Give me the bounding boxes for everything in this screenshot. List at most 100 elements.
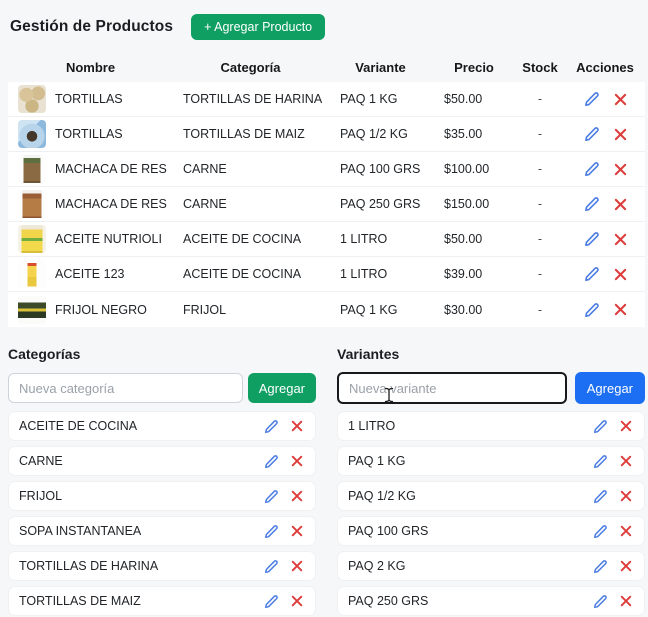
- product-thumbnail: [18, 155, 46, 183]
- edit-button[interactable]: [584, 196, 600, 212]
- edit-button[interactable]: [593, 594, 608, 609]
- edit-button[interactable]: [584, 231, 600, 247]
- delete-button[interactable]: [614, 268, 627, 281]
- product-thumbnail: [18, 260, 46, 288]
- pencil-icon: [593, 489, 608, 504]
- categories-panel: Categorías Agregar ACEITE DE COCINA CARN…: [8, 346, 316, 616]
- product-stock: -: [515, 197, 565, 211]
- edit-button[interactable]: [584, 161, 600, 177]
- list-item: FRIJOL: [8, 481, 316, 511]
- x-icon: [620, 420, 632, 432]
- edit-button[interactable]: [584, 302, 600, 318]
- delete-button[interactable]: [620, 560, 632, 572]
- edit-button[interactable]: [593, 419, 608, 434]
- x-icon: [291, 525, 303, 537]
- list-item-label: 1 LITRO: [348, 419, 395, 433]
- product-price: $50.00: [433, 232, 515, 246]
- product-name: FRIJOL NEGRO: [55, 303, 147, 317]
- new-variant-input[interactable]: [337, 372, 567, 404]
- new-category-input[interactable]: [8, 373, 243, 403]
- x-icon: [614, 303, 627, 316]
- delete-button[interactable]: [291, 525, 303, 537]
- edit-button[interactable]: [264, 524, 279, 539]
- delete-button[interactable]: [614, 163, 627, 176]
- product-row: FRIJOL NEGRO FRIJOL PAQ 1 KG $30.00 -: [8, 292, 645, 327]
- add-product-button[interactable]: + Agregar Producto: [191, 14, 325, 40]
- edit-button[interactable]: [593, 454, 608, 469]
- add-category-button[interactable]: Agregar: [248, 373, 316, 403]
- column-header-variante: Variante: [328, 60, 433, 75]
- list-item-actions: [264, 454, 303, 469]
- product-name: MACHACA DE RES: [55, 197, 167, 211]
- product-stock: -: [515, 232, 565, 246]
- product-row: ACEITE 123 ACEITE DE COCINA 1 LITRO $39.…: [8, 257, 645, 292]
- pencil-icon: [264, 454, 279, 469]
- product-row: MACHACA DE RES CARNE PAQ 250 GRS $150.00…: [8, 187, 645, 222]
- delete-button[interactable]: [291, 560, 303, 572]
- edit-button[interactable]: [264, 489, 279, 504]
- edit-button[interactable]: [593, 559, 608, 574]
- delete-button[interactable]: [614, 233, 627, 246]
- product-thumbnail: [18, 120, 46, 148]
- edit-button[interactable]: [264, 594, 279, 609]
- product-stock: -: [515, 162, 565, 176]
- product-name-cell: TORTILLAS: [8, 120, 173, 148]
- delete-button[interactable]: [291, 455, 303, 467]
- delete-button[interactable]: [291, 490, 303, 502]
- edit-button[interactable]: [264, 419, 279, 434]
- pencil-icon: [264, 594, 279, 609]
- list-item-actions: [264, 594, 303, 609]
- product-category: CARNE: [173, 162, 328, 176]
- list-item-actions: [264, 419, 303, 434]
- pencil-icon: [593, 594, 608, 609]
- edit-button[interactable]: [584, 266, 600, 282]
- edit-button[interactable]: [584, 126, 600, 142]
- product-name-cell: MACHACA DE RES: [8, 155, 173, 183]
- product-name: MACHACA DE RES: [55, 162, 167, 176]
- delete-button[interactable]: [614, 198, 627, 211]
- x-icon: [614, 233, 627, 246]
- x-icon: [620, 595, 632, 607]
- pencil-icon: [584, 161, 600, 177]
- product-stock: -: [515, 127, 565, 141]
- product-name-cell: ACEITE 123: [8, 260, 173, 288]
- product-name: ACEITE 123: [55, 267, 124, 281]
- delete-button[interactable]: [620, 595, 632, 607]
- product-name-cell: TORTILLAS: [8, 85, 173, 113]
- pencil-icon: [584, 302, 600, 318]
- list-item-actions: [264, 489, 303, 504]
- add-variant-button[interactable]: Agregar: [575, 372, 645, 404]
- product-actions-cell: [565, 91, 645, 107]
- column-header-acciones: Acciones: [565, 60, 645, 75]
- delete-button[interactable]: [620, 420, 632, 432]
- column-header-categoria: Categoría: [173, 60, 328, 75]
- product-category: TORTILLAS DE HARINA: [173, 92, 328, 106]
- product-name-cell: FRIJOL NEGRO: [8, 296, 173, 324]
- delete-button[interactable]: [620, 525, 632, 537]
- variants-list: 1 LITRO PAQ 1 KG: [337, 411, 645, 616]
- categories-list: ACEITE DE COCINA CARNE: [8, 411, 316, 616]
- product-category: FRIJOL: [173, 303, 328, 317]
- product-variant: 1 LITRO: [328, 267, 433, 281]
- edit-button[interactable]: [264, 559, 279, 574]
- edit-button[interactable]: [584, 91, 600, 107]
- delete-button[interactable]: [620, 455, 632, 467]
- delete-button[interactable]: [614, 303, 627, 316]
- delete-button[interactable]: [620, 490, 632, 502]
- product-name-cell: ACEITE NUTRIOLI: [8, 225, 173, 253]
- edit-button[interactable]: [264, 454, 279, 469]
- pencil-icon: [593, 524, 608, 539]
- delete-button[interactable]: [291, 595, 303, 607]
- column-header-stock: Stock: [515, 60, 565, 75]
- edit-button[interactable]: [593, 524, 608, 539]
- product-price: $39.00: [433, 267, 515, 281]
- x-icon: [620, 560, 632, 572]
- list-item-actions: [593, 559, 632, 574]
- delete-button[interactable]: [614, 93, 627, 106]
- list-item: TORTILLAS DE HARINA: [8, 551, 316, 581]
- delete-button[interactable]: [291, 420, 303, 432]
- variants-panel-title: Variantes: [337, 346, 645, 362]
- x-icon: [291, 560, 303, 572]
- edit-button[interactable]: [593, 489, 608, 504]
- delete-button[interactable]: [614, 128, 627, 141]
